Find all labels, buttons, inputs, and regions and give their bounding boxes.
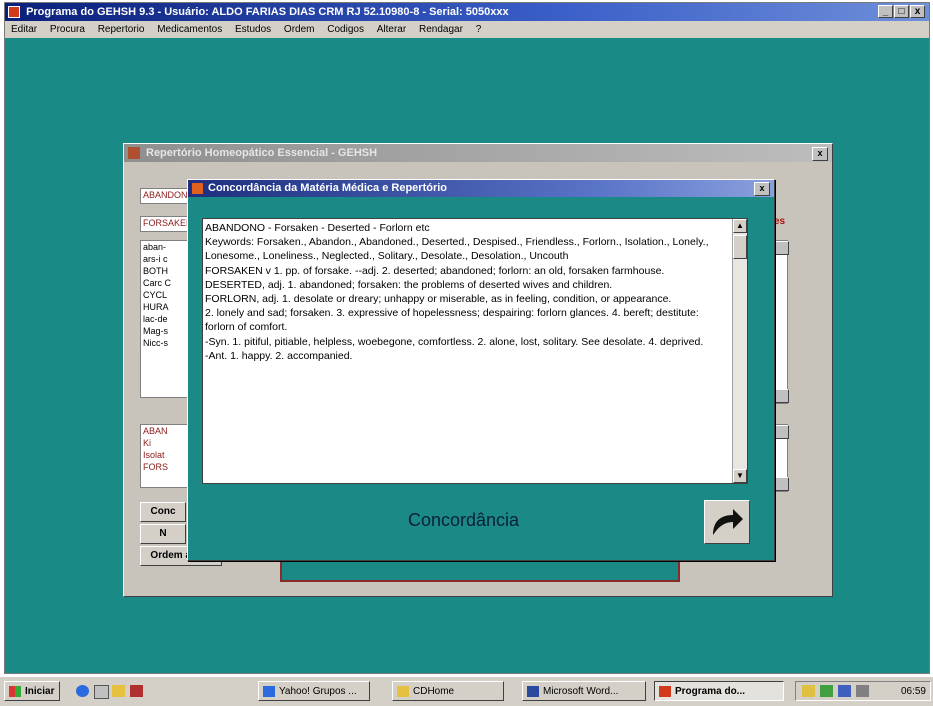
text-paragraph: -Syn. 1. pitiful, pitiable, helpless, wo… [205, 335, 704, 348]
concordancia-titlebar: Concordância da Matéria Médica e Repertó… [188, 180, 774, 197]
rubric-line: ABAN [143, 426, 168, 436]
text-paragraph: Keywords: Forsaken., Abandon., Abandoned… [205, 236, 709, 263]
list-item[interactable]: aban- [143, 241, 187, 253]
menu-codigos[interactable]: Codigos [327, 24, 364, 35]
go-button[interactable] [704, 500, 750, 544]
text-paragraph: ABANDONO - Forsaken - Deserted - Forlorn… [205, 222, 430, 234]
repertorio-close-button[interactable]: x [812, 147, 828, 161]
menu-medicamentos[interactable]: Medicamentos [157, 24, 222, 35]
taskbar-item-cdhome[interactable]: CDHome [392, 681, 504, 701]
menu-estudos[interactable]: Estudos [235, 24, 271, 35]
repertorio-dialog-titlebar: Repertório Homeopático Essencial - GEHSH… [124, 144, 832, 162]
taskbar-item-word[interactable]: Microsoft Word... [522, 681, 646, 701]
list-item[interactable]: Carc C [143, 277, 187, 289]
menu-alterar[interactable]: Alterar [377, 24, 406, 35]
list-item[interactable]: BOTH [143, 265, 187, 277]
scroll-down-button[interactable] [773, 389, 789, 403]
concordancia-dialog: Concordância da Matéria Médica e Repertó… [187, 179, 775, 561]
maximize-button[interactable]: □ [894, 5, 909, 18]
menu-procura[interactable]: Procura [50, 24, 85, 35]
list-item[interactable]: ars-i c [143, 253, 187, 265]
rubric-field-2[interactable]: FORSAKEN [140, 216, 188, 232]
concordancia-label: Concordância [408, 510, 520, 530]
concordancia-close-button[interactable]: x [754, 182, 770, 196]
rubric-line: FORS [143, 462, 169, 472]
window-controls: _ □ x [878, 5, 925, 18]
list-item[interactable]: Nicc-s [143, 337, 187, 349]
title-bar: Programa do GEHSH 9.3 - Usuário: ALDO FA… [5, 3, 929, 21]
close-button[interactable]: x [910, 5, 925, 18]
tray-icon[interactable] [856, 685, 869, 697]
menu-help[interactable]: ? [476, 24, 482, 35]
repertorio-dialog-title: Repertório Homeopático Essencial - GEHSH [146, 147, 378, 159]
app-icon [8, 6, 20, 18]
dialog-icon [192, 183, 203, 194]
menu-bar: Editar Procura Repertorio Medicamentos E… [5, 21, 929, 38]
folder-icon [397, 686, 409, 697]
list-item[interactable]: CYCL [143, 289, 187, 301]
text-paragraph: 2. lonely and sad; forsaken. 3. expressi… [205, 307, 699, 334]
clock: 06:59 [900, 686, 926, 697]
word-icon [527, 686, 539, 697]
concordancia-title: Concordância da Matéria Médica e Repertó… [208, 182, 448, 194]
scroll-up-button[interactable] [773, 425, 789, 439]
scroll-down-button[interactable]: ▼ [733, 469, 747, 483]
text-paragraph: -Ant. 1. happy. 2. accompanied. [205, 349, 353, 362]
n-button[interactable]: N [140, 524, 186, 544]
remedy-list[interactable]: aban- ars-i c BOTH Carc C CYCL HURA lac-… [140, 240, 188, 398]
ie-icon [263, 686, 275, 697]
app-icon [659, 686, 671, 697]
text-paragraph: DESERTED, adj. 1. abandoned; forsaken: t… [205, 278, 613, 291]
rubric-box[interactable]: ABAN Ki Isolat FORS [140, 424, 188, 488]
window-title: Programa do GEHSH 9.3 - Usuário: ALDO FA… [26, 6, 509, 18]
list-item[interactable]: HURA [143, 301, 187, 313]
scroll-down-button[interactable] [773, 477, 789, 491]
network-icon[interactable] [820, 685, 833, 697]
menu-rendagar[interactable]: Rendagar [419, 24, 463, 35]
menu-ordem[interactable]: Ordem [284, 24, 315, 35]
arrow-right-icon [713, 509, 743, 535]
scroll-thumb[interactable] [733, 235, 747, 259]
taskbar-item-label: Yahoo! Grupos ... [279, 686, 357, 697]
start-button[interactable]: Iniciar [4, 681, 60, 701]
concordance-text: ABANDONO - Forsaken - Deserted - Forlorn… [205, 221, 731, 363]
scroll-up-button[interactable]: ▲ [733, 219, 747, 233]
text-paragraph: FORLORN, adj. 1. desolate or dreary; unh… [205, 293, 672, 306]
concordance-textarea[interactable]: ABANDONO - Forsaken - Deserted - Forlorn… [202, 218, 748, 484]
scroll-up-button[interactable] [773, 241, 789, 255]
list-item[interactable]: Mag-s [143, 325, 187, 337]
taskbar-item-label: Microsoft Word... [543, 686, 619, 697]
folder-icon[interactable] [112, 685, 125, 697]
taskbar-item-label: Programa do... [675, 686, 746, 697]
minimize-button[interactable]: _ [878, 5, 893, 18]
rubric-line: Ki [143, 438, 152, 448]
menu-editar[interactable]: Editar [11, 24, 37, 35]
right-label: es [774, 216, 786, 227]
rubric-field-1[interactable]: ABANDONO [140, 188, 188, 204]
taskbar-item-programa[interactable]: Programa do... [654, 681, 784, 701]
start-label: Iniciar [25, 686, 55, 697]
speaker-icon[interactable] [802, 685, 815, 697]
conc-button[interactable]: Conc [140, 502, 186, 522]
main-window: Programa do GEHSH 9.3 - Usuário: ALDO FA… [4, 2, 930, 674]
desktop-icon[interactable] [94, 685, 109, 699]
list-item[interactable]: lac-de [143, 313, 187, 325]
tray-icon[interactable] [838, 685, 851, 697]
taskbar-item-yahoo[interactable]: Yahoo! Grupos ... [258, 681, 370, 701]
dialog-icon [128, 147, 140, 159]
menu-repertorio[interactable]: Repertorio [98, 24, 145, 35]
status-panel [280, 560, 680, 582]
taskbar-item-label: CDHome [413, 686, 455, 697]
taskbar: Iniciar Yahoo! Grupos ... CDHome Microso… [0, 676, 933, 706]
text-paragraph: FORSAKEN v 1. pp. of forsake. --adj. 2. … [205, 264, 665, 277]
media-icon[interactable] [130, 685, 143, 697]
rubric-line: Isolat [143, 450, 165, 460]
ie-icon[interactable] [76, 685, 89, 697]
system-tray: 06:59 [795, 681, 931, 701]
windows-logo-icon [9, 686, 21, 697]
text-scrollbar[interactable]: ▲ ▼ [732, 219, 747, 483]
